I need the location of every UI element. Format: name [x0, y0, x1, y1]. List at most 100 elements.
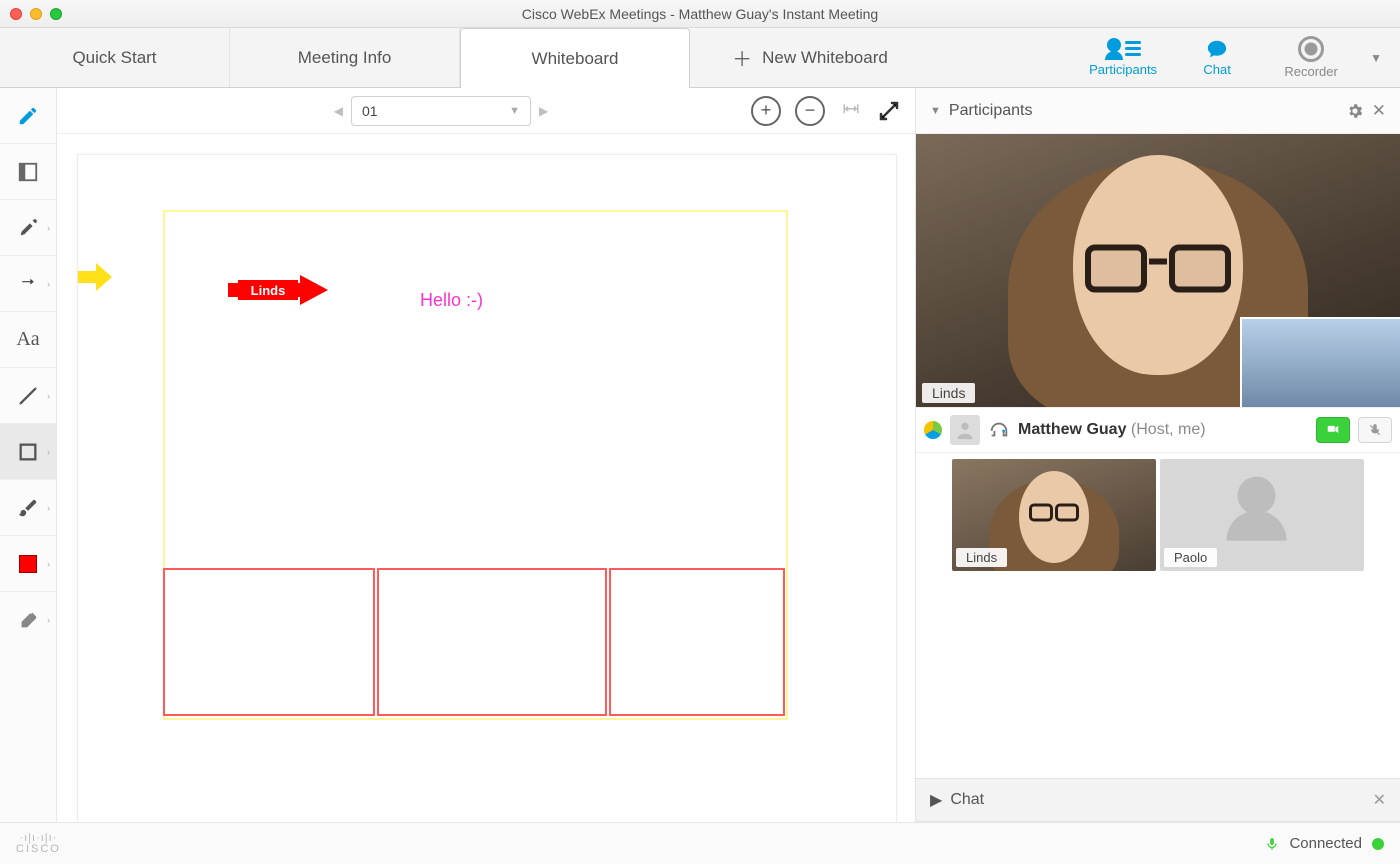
chat-panel-header[interactable]: ▶ Chat ✕: [916, 778, 1400, 822]
panel-toggles: Participants Chat Recorder ▼: [1070, 28, 1400, 87]
close-panel-button[interactable]: ✕: [1373, 790, 1386, 810]
eraser-icon: [17, 609, 39, 631]
main-area: › › Aa › ›: [0, 88, 1400, 822]
prev-page-button[interactable]: ◀: [334, 104, 343, 118]
tool-arrow[interactable]: ›: [0, 256, 56, 312]
panel-title: Chat: [950, 791, 984, 809]
page-select-value: 01: [362, 103, 378, 119]
whiteboard-page: Linds Hello :-): [77, 154, 897, 822]
window-title: Cisco WebEx Meetings - Matthew Guay's In…: [0, 6, 1400, 22]
annotation-text[interactable]: Hello :-): [420, 290, 483, 311]
line-icon: [17, 385, 39, 407]
toggle-label: Chat: [1203, 62, 1230, 77]
side-panels: ▼ Participants ✕ Linds: [915, 88, 1400, 822]
avatar: [950, 415, 980, 445]
mic-status-icon[interactable]: [1265, 834, 1279, 854]
tool-marker[interactable]: ›: [0, 200, 56, 256]
participants-panel-header[interactable]: ▼ Participants ✕: [916, 88, 1400, 134]
toggle-chat[interactable]: Chat: [1182, 38, 1252, 77]
fit-width-button[interactable]: [839, 102, 863, 120]
annotation-red-rectangle[interactable]: [163, 568, 375, 716]
camera-toggle-button[interactable]: [1316, 417, 1350, 443]
brush-icon: [17, 497, 39, 519]
canvas-toolbar: ◀ 01 ▼ ▶ + −: [57, 88, 915, 134]
mic-muted-icon: [1368, 421, 1382, 439]
pen-icon: [17, 105, 39, 127]
toggle-label: Recorder: [1284, 64, 1337, 79]
headset-icon: [988, 419, 1010, 441]
tab-meeting-info[interactable]: Meeting Info: [230, 28, 460, 87]
settings-button[interactable]: [1346, 102, 1364, 120]
panels-dropdown[interactable]: ▼: [1370, 51, 1382, 65]
participants-videos: Linds Matthew Guay (Host, me): [916, 134, 1400, 577]
expand-icon: ▶: [930, 790, 942, 810]
chevron-right-icon: ›: [47, 503, 50, 513]
zoom-in-button[interactable]: +: [751, 96, 781, 126]
main-tabs: Quick Start Meeting Info Whiteboard ＋ Ne…: [0, 28, 1070, 87]
page-select[interactable]: 01 ▼: [351, 96, 531, 126]
tool-layout[interactable]: [0, 144, 56, 200]
thumbnail-label: Linds: [956, 548, 1007, 567]
next-page-button[interactable]: ▶: [539, 104, 548, 118]
participant-host-row[interactable]: Matthew Guay (Host, me): [916, 407, 1400, 453]
whiteboard-area: › › Aa › ›: [0, 88, 915, 822]
participant-name: Matthew Guay (Host, me): [1018, 421, 1206, 439]
thumbnail-label: Paolo: [1164, 548, 1217, 567]
zoom-out-button[interactable]: −: [795, 96, 825, 126]
tool-pen[interactable]: [0, 88, 56, 144]
toggle-recorder[interactable]: Recorder: [1276, 36, 1346, 79]
close-panel-button[interactable]: ✕: [1372, 101, 1386, 121]
chat-icon: [1204, 38, 1230, 60]
text-icon: Aa: [17, 329, 39, 351]
chevron-right-icon: ›: [47, 615, 50, 625]
collapse-icon: ▼: [930, 105, 941, 117]
fullscreen-button[interactable]: [877, 99, 901, 123]
toggle-participants[interactable]: Participants: [1088, 38, 1158, 77]
chevron-down-icon: ▼: [509, 105, 520, 117]
webex-ball-icon: [924, 421, 942, 439]
tab-label: Whiteboard: [532, 49, 619, 69]
tool-color[interactable]: ›: [0, 536, 56, 592]
rectangle-icon: [17, 441, 39, 463]
tool-brush[interactable]: ›: [0, 480, 56, 536]
tool-line[interactable]: ›: [0, 368, 56, 424]
video-label: Linds: [922, 383, 975, 403]
layout-icon: [17, 161, 39, 183]
tool-text[interactable]: Aa: [0, 312, 56, 368]
whiteboard-canvas[interactable]: Linds Hello :-): [57, 134, 915, 822]
chevron-right-icon: ›: [47, 559, 50, 569]
self-view-pip[interactable]: [1240, 317, 1400, 407]
mic-toggle-button[interactable]: [1358, 417, 1392, 443]
close-icon: ✕: [1373, 792, 1386, 809]
toggle-label: Participants: [1089, 62, 1157, 77]
panel-title: Participants: [949, 102, 1033, 120]
connection-status-icon: [1372, 838, 1384, 850]
annotation-red-rectangle[interactable]: [609, 568, 785, 716]
camera-icon: [1324, 423, 1342, 437]
tool-shape[interactable]: ›: [0, 424, 56, 480]
color-swatch-icon: [17, 553, 39, 575]
chevron-right-icon: ›: [47, 391, 50, 401]
annotation-arrow-label: Linds: [238, 280, 298, 300]
close-icon: ✕: [1372, 101, 1386, 120]
cisco-logo: ·ı|ı·ı|ı· CISCO: [16, 833, 61, 855]
participant-thumbnail[interactable]: Linds: [952, 459, 1156, 571]
tool-eraser[interactable]: ›: [0, 592, 56, 648]
titlebar: Cisco WebEx Meetings - Matthew Guay's In…: [0, 0, 1400, 28]
canvas-wrap: ◀ 01 ▼ ▶ + −: [57, 88, 915, 822]
marker-icon: [17, 217, 39, 239]
tab-label: Meeting Info: [298, 48, 392, 68]
chevron-right-icon: ›: [47, 279, 50, 289]
participant-thumbnail[interactable]: Paolo: [1160, 459, 1364, 571]
arrow-icon: [17, 273, 39, 295]
tab-new-whiteboard[interactable]: ＋ New Whiteboard: [690, 28, 930, 87]
main-tabstrip: Quick Start Meeting Info Whiteboard ＋ Ne…: [0, 28, 1400, 88]
participant-thumbnails: Linds Paolo: [916, 453, 1400, 577]
participants-icon: [1105, 38, 1141, 60]
annotation-red-rectangle[interactable]: [377, 568, 607, 716]
active-speaker-video[interactable]: Linds: [916, 134, 1400, 407]
tab-quick-start[interactable]: Quick Start: [0, 28, 230, 87]
annotation-yellow-arrow[interactable]: [78, 263, 112, 291]
drawing-toolbar: › › Aa › ›: [0, 88, 57, 822]
tab-whiteboard[interactable]: Whiteboard: [460, 28, 690, 88]
